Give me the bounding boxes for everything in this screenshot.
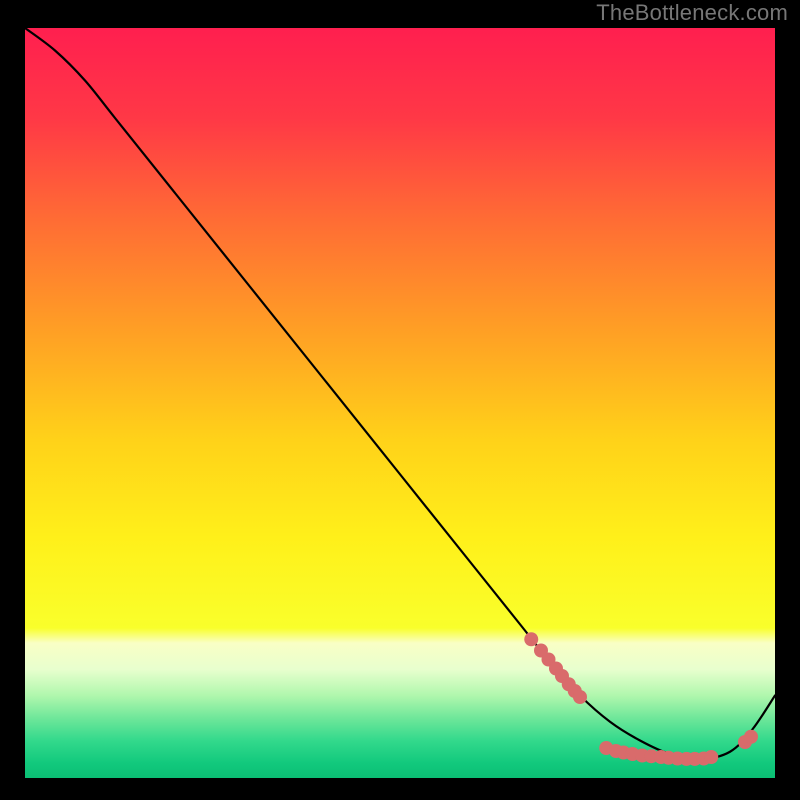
attribution-text: TheBottleneck.com xyxy=(596,0,788,26)
chart-container: TheBottleneck.com xyxy=(0,0,800,800)
gradient-background xyxy=(25,28,775,778)
chart-svg xyxy=(25,28,775,778)
data-point xyxy=(573,690,587,704)
data-point xyxy=(524,632,538,646)
data-point xyxy=(744,730,758,744)
data-point xyxy=(704,750,718,764)
plot-area xyxy=(25,28,775,778)
